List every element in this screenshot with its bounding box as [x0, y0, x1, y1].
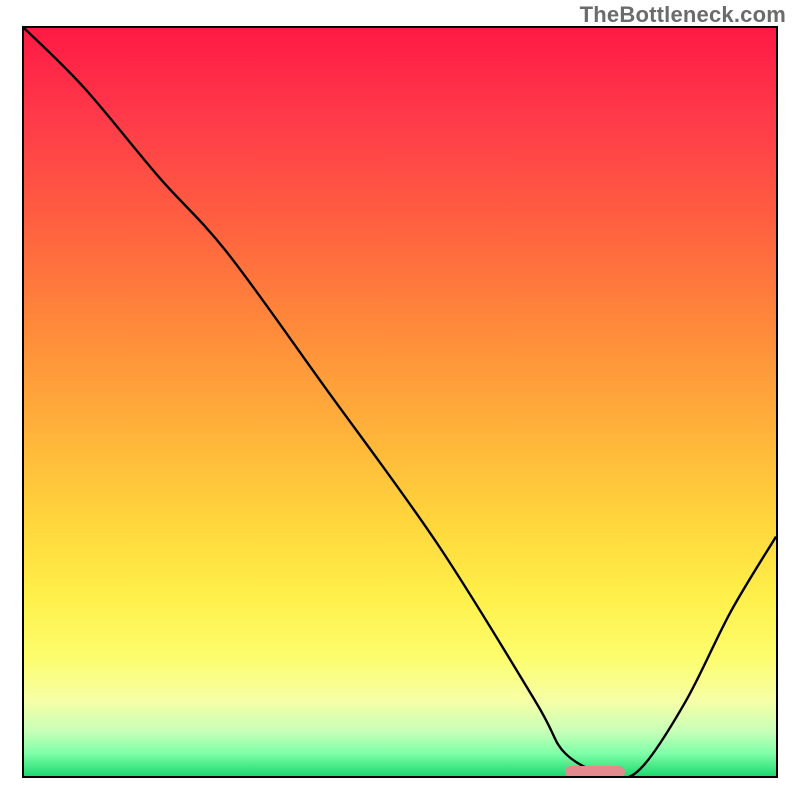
watermark-text: TheBottleneck.com: [580, 2, 786, 28]
bottleneck-curve: [24, 28, 776, 776]
chart-container: TheBottleneck.com: [0, 0, 800, 800]
plot-area: [22, 26, 778, 778]
minimum-marker: [565, 766, 625, 778]
